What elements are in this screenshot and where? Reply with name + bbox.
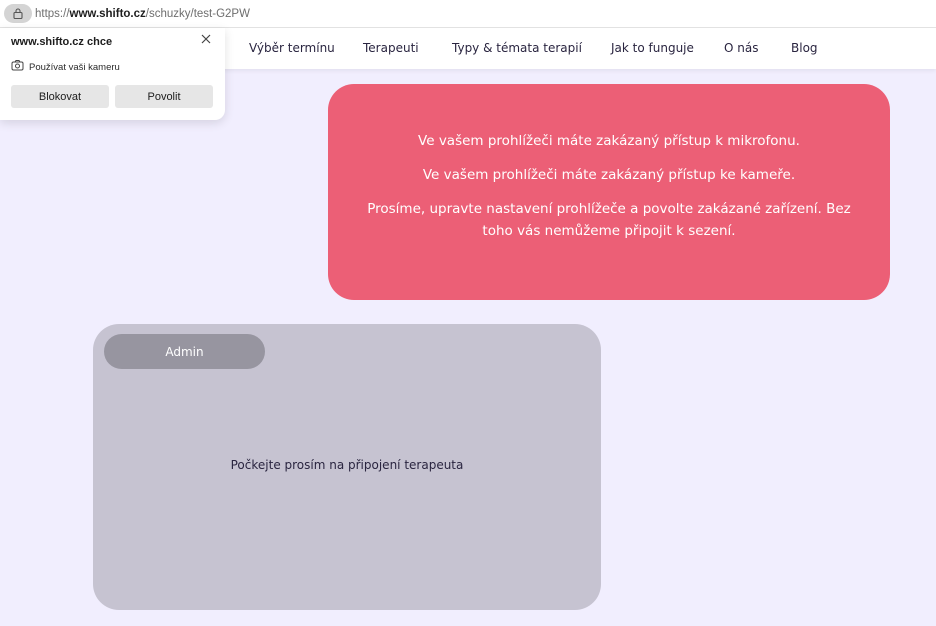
close-icon[interactable] bbox=[199, 32, 213, 46]
allow-button[interactable]: Povolit bbox=[115, 85, 213, 108]
nav-item-o-nas[interactable]: O nás bbox=[724, 41, 758, 55]
nav-item-vyber-terminu[interactable]: Výběr termínu bbox=[249, 41, 335, 55]
url-scheme: https:// bbox=[35, 7, 70, 20]
permission-title: www.shifto.cz chce bbox=[11, 36, 113, 48]
nav-item-blog[interactable]: Blog bbox=[791, 41, 818, 55]
camera-blocked-text: Ve vašem prohlížeči máte zakázaný přístu… bbox=[422, 167, 796, 183]
url-text[interactable]: https://www.shifto.cz/schuzky/test-G2PW bbox=[35, 8, 250, 20]
nav-item-typy-temata[interactable]: Typy & témata terapií bbox=[452, 41, 582, 55]
lock-icon[interactable] bbox=[4, 4, 32, 23]
camera-icon bbox=[11, 58, 24, 76]
nav-item-jak-to-funguje[interactable]: Jak to funguje bbox=[611, 41, 694, 55]
participant-name-badge: Admin bbox=[104, 334, 265, 369]
camera-permission-popup: www.shifto.cz chce Používat vaši kameru … bbox=[0, 28, 225, 120]
device-blocked-alert: Ve vašem prohlížeči máte zakázaný přístu… bbox=[328, 84, 890, 300]
waiting-message: Počkejte prosím na připojení terapeuta bbox=[230, 458, 464, 472]
settings-instruction-text: Prosíme, upravte nastavení prohlížeče a … bbox=[367, 201, 851, 239]
video-tile: Admin Počkejte prosím na připojení terap… bbox=[93, 324, 601, 610]
browser-address-bar[interactable]: https://www.shifto.cz/schuzky/test-G2PW bbox=[0, 0, 936, 28]
url-path: /schuzky/test-G2PW bbox=[145, 7, 250, 20]
block-button[interactable]: Blokovat bbox=[11, 85, 109, 108]
url-host: www.shifto.cz bbox=[69, 7, 146, 20]
microphone-blocked-text: Ve vašem prohlížeči máte zakázaný přístu… bbox=[418, 133, 800, 149]
permission-request-text: Používat vaši kameru bbox=[29, 61, 120, 73]
nav-item-terapeuti[interactable]: Terapeuti bbox=[363, 41, 419, 55]
permission-request: Používat vaši kameru bbox=[11, 58, 120, 76]
